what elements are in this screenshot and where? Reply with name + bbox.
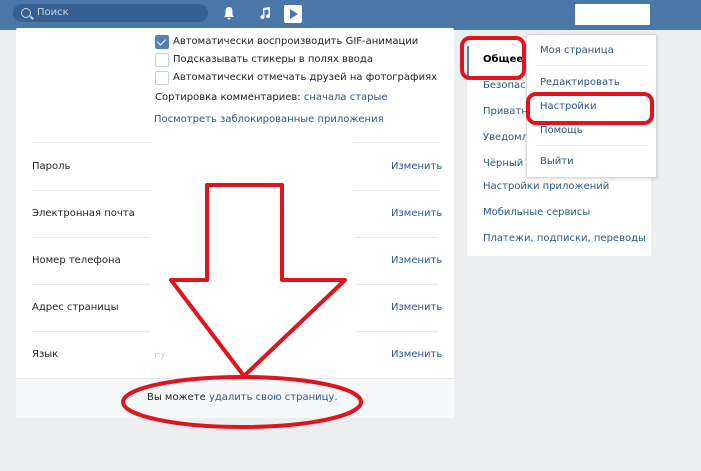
annotation-layer — [121, 36, 654, 429]
highlight-settings-box — [526, 92, 654, 125]
down-arrow-icon — [169, 183, 347, 378]
highlight-delete-ellipse — [121, 375, 363, 429]
highlight-general-box — [460, 36, 526, 80]
